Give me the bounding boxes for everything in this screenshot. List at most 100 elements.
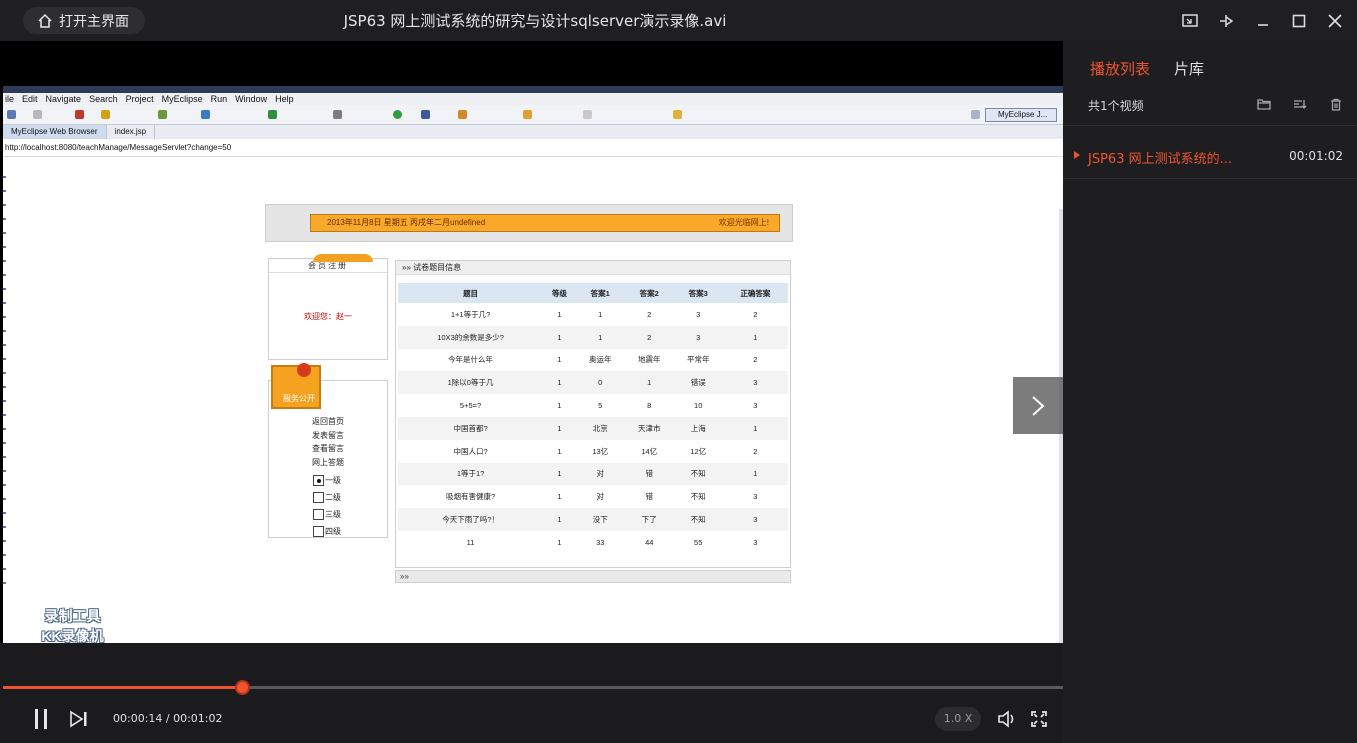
nav-badge-image: 服务公开 — [271, 363, 321, 409]
menu-file: ile — [5, 94, 15, 104]
table-cell: 2 — [753, 355, 758, 365]
pause-button[interactable] — [30, 707, 52, 731]
member-box: 会员注册 欢迎您：赵一 — [268, 254, 388, 360]
table-cell: 1 — [543, 416, 576, 440]
table-cell: 平常年 — [686, 355, 710, 365]
next-track-button[interactable] — [68, 707, 90, 731]
member-box-decoration — [313, 254, 373, 262]
table-cell: 3 — [753, 537, 758, 547]
eclipse-toolbar: MyEclipse J... — [3, 105, 1063, 125]
perspective-switch-icon — [971, 110, 980, 119]
nav-icon — [583, 110, 592, 119]
table-cell: 1 — [557, 355, 562, 365]
open-home-button[interactable]: 打开主界面 — [23, 7, 145, 34]
table-cell: 11 — [466, 537, 475, 547]
tab-library[interactable]: 片库 — [1174, 58, 1204, 79]
playlist-item[interactable]: JSP63 网上测试系统的... 00:01:02 — [1063, 135, 1357, 179]
pin-on-top-button[interactable] — [1215, 10, 1237, 32]
table-cell: 1 — [722, 325, 788, 349]
site-banner: 2013年11月8日 星期五 丙戌年二月undefined 欢迎光临网上! — [265, 204, 793, 242]
table-row: 今天下雨了吗?！ 1 没下 下了 不知 3 — [398, 508, 788, 531]
banner-date: 2013年11月8日 星期五 丙戌年二月undefined — [327, 218, 486, 227]
table-row: 11 1 33 44 55 3 — [398, 531, 788, 554]
banner-bar: 2013年11月8日 星期五 丙戌年二月undefined 欢迎光临网上! — [310, 214, 780, 232]
table-cell: 1+1等于几? — [450, 309, 491, 319]
table-cell: 3 — [722, 508, 788, 531]
tab-web-browser: MyEclipse Web Browser — [3, 125, 107, 139]
table-cell: 1 — [598, 309, 603, 319]
open-folder-button[interactable] — [1256, 96, 1272, 112]
folder-icon — [1257, 99, 1271, 110]
web-page: 2013年11月8日 星期五 丙戌年二月undefined 欢迎光临网上! 会员… — [265, 204, 793, 594]
table-row: 10X3的余数是多少? 1 1 2 3 1 — [398, 325, 788, 349]
maximize-button[interactable] — [1288, 10, 1310, 32]
video-area[interactable]: ile Edit Navigate Search Project MyEclip… — [0, 41, 1063, 684]
table-cell: 不知 — [673, 462, 723, 486]
table-cell: 对 — [575, 462, 625, 486]
nav-link-home: 返回首页 — [312, 417, 344, 426]
table-cell: 1 — [557, 401, 562, 411]
table-cell: 北京 — [575, 416, 625, 440]
nav-link-quiz: 网上答题 — [312, 457, 344, 467]
sort-button[interactable] — [1292, 96, 1308, 112]
table-cell: 3 — [696, 309, 701, 319]
table-cell: 今年是什么年 — [448, 355, 494, 365]
progress-bar[interactable] — [3, 680, 1063, 695]
column-header: 正确答案 — [722, 283, 788, 303]
nav-box: 服务公开 返回首页 发表留言 查看留言 网上答题 一级 二级 三级 四级 — [268, 363, 388, 540]
progress-played — [3, 686, 243, 689]
tab-playlist[interactable]: 播放列表 — [1090, 58, 1150, 79]
window-title: JSP63 网上测试系统的研究与设计sqlserver演示录像.avi — [343, 12, 727, 30]
progress-handle[interactable] — [235, 680, 250, 695]
table-cell: 中国人口? — [453, 446, 488, 456]
table-cell: 2 — [753, 446, 758, 456]
volume-button[interactable] — [996, 707, 1018, 731]
table-cell: 1等于1? — [398, 462, 544, 486]
table-cell: 44 — [645, 537, 654, 547]
delete-button[interactable] — [1328, 96, 1344, 112]
left-sidebar-strip — [3, 164, 6, 584]
table-cell: 12亿 — [690, 446, 707, 456]
minimize-button[interactable] — [1252, 10, 1274, 32]
column-header: 答案2 — [624, 283, 674, 303]
deploy-icon — [201, 110, 210, 119]
table-cell: 吸烟有害健康? — [445, 492, 496, 502]
fullscreen-icon — [1031, 711, 1047, 727]
fullscreen-button[interactable] — [1028, 707, 1050, 731]
table-cell: 1 — [575, 325, 625, 349]
column-header: 答案3 — [673, 283, 723, 303]
level-radio-group: 一级 二级 三级 四级 — [313, 472, 341, 540]
playlist-divider — [1063, 125, 1357, 126]
menu-navigate: Navigate — [45, 94, 82, 104]
playback-controls: 00:00:14 / 00:01:02 1.0 X — [0, 643, 1063, 743]
globe-icon — [268, 110, 277, 119]
next-video-button[interactable] — [1013, 377, 1063, 434]
speed-button[interactable]: 1.0 X — [935, 707, 981, 731]
skip-next-icon — [70, 710, 87, 728]
menu-window: Window — [235, 94, 268, 104]
banner-welcome: 欢迎光临网上! — [718, 218, 769, 227]
table-cell: 14亿 — [641, 446, 658, 456]
table-row: 1+1等于几? 1 1 2 3 2 — [398, 303, 788, 326]
minimize-icon — [1258, 24, 1268, 26]
question-panel-footer: »» — [395, 570, 791, 583]
table-row: 1等于1? 1 对错不知 1 — [398, 462, 788, 486]
column-header: 等级 — [543, 283, 576, 303]
table-cell: 1 — [543, 325, 576, 349]
nav-link-post: 发表留言 — [312, 430, 344, 440]
close-button[interactable] — [1324, 10, 1346, 32]
table-cell: 33 — [596, 537, 605, 547]
table-cell: 1除以0等于几 — [398, 371, 544, 395]
table-cell: 对 — [596, 492, 605, 502]
mini-mode-button[interactable] — [1179, 10, 1201, 32]
open-folder-icon — [523, 110, 532, 119]
table-cell: 1 — [557, 492, 562, 502]
table-cell: 1 — [543, 462, 576, 486]
column-header: 答案1 — [575, 283, 625, 303]
menu-project: Project — [125, 94, 154, 104]
pause-icon — [35, 709, 47, 729]
mini-mode-icon — [1182, 14, 1198, 27]
menu-run: Run — [210, 94, 228, 104]
table-cell: 3 — [673, 325, 723, 349]
video-player-window: 打开主界面 JSP63 网上测试系统的研究与设计sqlserver演示录像.av… — [0, 0, 1357, 743]
